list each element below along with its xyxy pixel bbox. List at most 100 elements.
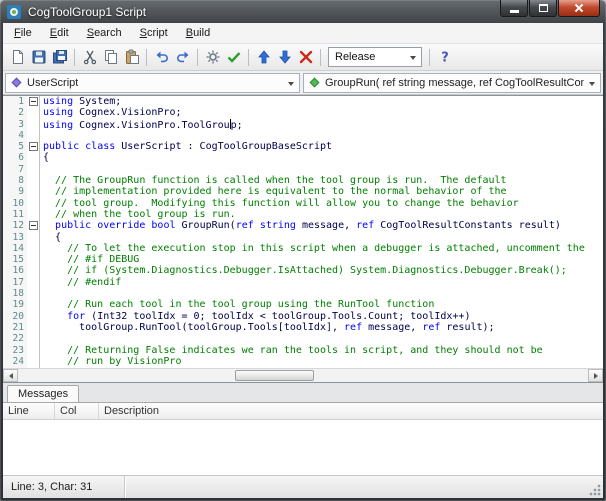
code-line[interactable]: // The GroupRun function is called when … <box>43 175 603 186</box>
code-line[interactable] <box>43 130 603 141</box>
menu-edit[interactable]: Edit <box>41 23 78 43</box>
line-number[interactable]: 9 <box>18 186 24 197</box>
messages-list[interactable] <box>3 420 603 475</box>
line-number[interactable]: 23 <box>13 345 24 356</box>
line-number[interactable]: 7 <box>18 164 24 175</box>
line-number[interactable]: 3 <box>18 119 24 130</box>
code-line[interactable]: // To let the execution stop in this scr… <box>43 243 603 254</box>
code-line[interactable] <box>43 164 603 175</box>
new-icon[interactable] <box>7 47 28 68</box>
line-number[interactable]: 19 <box>13 299 24 310</box>
horizontal-scrollbar[interactable] <box>3 368 603 382</box>
scope-value: UserScript <box>27 76 79 89</box>
build-configuration-value: Release <box>335 51 376 63</box>
line-number[interactable]: 24 <box>13 356 24 367</box>
fold-collapse-icon[interactable] <box>28 142 38 152</box>
menu-script[interactable]: Script <box>131 23 177 43</box>
save-all-icon[interactable] <box>49 47 70 68</box>
code-line[interactable]: // Run each tool in the tool group using… <box>43 299 603 310</box>
line-number[interactable]: 4 <box>18 130 24 141</box>
scrollbar-track[interactable] <box>18 369 588 382</box>
line-number[interactable]: 20 <box>13 311 24 322</box>
delete-icon[interactable] <box>295 47 316 68</box>
code-line[interactable]: { <box>43 232 603 243</box>
editor-code[interactable]: using System; using Cognex.VisionPro; usin… <box>40 96 603 368</box>
build-configuration-combobox[interactable]: Release <box>328 47 422 67</box>
move-up-icon[interactable] <box>253 47 274 68</box>
resize-grip-icon[interactable] <box>588 483 601 496</box>
line-number[interactable]: 11 <box>13 209 24 220</box>
code-line[interactable]: // #endif <box>43 277 603 288</box>
navigator-bar: UserScript GroupRun( ref string message,… <box>3 71 603 95</box>
tab-messages[interactable]: Messages <box>7 385 80 402</box>
line-number[interactable]: 13 <box>13 232 24 243</box>
status-bar: Line: 3, Char: 31 <box>3 475 603 498</box>
member-combobox[interactable]: GroupRun( ref string message, ref CogToo… <box>303 72 601 93</box>
scroll-right-button[interactable] <box>588 369 603 382</box>
menu-file[interactable]: File <box>5 23 41 43</box>
code-editor[interactable]: 1 2 3 4 5 6 7 8 9 10 11 12 13 14 15 16 17 18 19 20 21 22 23 24 … <box>3 95 603 383</box>
close-button[interactable] <box>558 0 600 17</box>
line-number[interactable]: 22 <box>13 333 24 344</box>
fold-margin-cell <box>27 265 39 276</box>
line-number[interactable]: 14 <box>13 243 24 254</box>
code-line[interactable]: using Cognex.VisionPro.ToolGroup; <box>43 118 603 131</box>
code-line[interactable]: // if (System.Diagnostics.Debugger.IsAtt… <box>43 265 603 276</box>
code-line[interactable] <box>43 333 603 344</box>
scrollbar-thumb[interactable] <box>234 370 315 381</box>
compile-icon[interactable] <box>202 47 223 68</box>
cut-icon[interactable] <box>79 47 100 68</box>
code-line[interactable]: // tool group. Modifying this function w… <box>43 198 603 209</box>
copy-icon[interactable] <box>100 47 121 68</box>
code-line[interactable]: public override bool GroupRun(ref string… <box>43 220 603 231</box>
fold-margin-cell[interactable] <box>27 220 39 231</box>
line-number[interactable]: 10 <box>13 198 24 209</box>
column-header-col[interactable]: Col <box>55 403 99 419</box>
fold-margin-cell[interactable] <box>27 96 39 107</box>
minimize-button[interactable] <box>500 0 528 17</box>
line-number[interactable]: 2 <box>18 107 24 118</box>
line-number[interactable]: 16 <box>13 265 24 276</box>
code-line[interactable]: // run by VisionPro <box>43 356 603 367</box>
code-line[interactable]: // when the tool group is run. <box>43 209 603 220</box>
maximize-icon <box>538 4 548 12</box>
code-line[interactable]: // implementation provided here is equiv… <box>43 186 603 197</box>
line-number[interactable]: 18 <box>13 288 24 299</box>
maximize-button[interactable] <box>529 0 557 17</box>
code-line[interactable] <box>43 288 603 299</box>
line-number[interactable]: 8 <box>18 175 24 186</box>
fold-margin-cell <box>27 164 39 175</box>
line-number[interactable]: 21 <box>13 322 24 333</box>
title-bar[interactable]: CogToolGroup1 Script <box>0 0 606 23</box>
paste-icon[interactable] <box>121 47 142 68</box>
code-line[interactable]: using System; <box>43 96 603 107</box>
code-line[interactable]: public class UserScript : CogToolGroupBa… <box>43 141 603 152</box>
redo-icon[interactable] <box>172 47 193 68</box>
line-number[interactable]: 17 <box>13 277 24 288</box>
line-number[interactable]: 12 <box>13 220 24 231</box>
line-number[interactable]: 6 <box>18 152 24 163</box>
menu-build[interactable]: Build <box>177 23 219 43</box>
code-line[interactable]: // Returning False indicates we ran the … <box>43 345 603 356</box>
help-icon[interactable]: ? <box>434 47 455 68</box>
code-line[interactable]: using Cognex.VisionPro; <box>43 107 603 118</box>
line-number[interactable]: 15 <box>13 254 24 265</box>
code-line[interactable]: // #if DEBUG <box>43 254 603 265</box>
code-line[interactable]: for (Int32 toolIdx = 0; toolIdx < toolGr… <box>43 311 603 322</box>
code-line[interactable]: toolGroup.RunTool(toolGroup.Tools[toolId… <box>43 322 603 333</box>
column-header-line[interactable]: Line <box>3 403 55 419</box>
save-icon[interactable] <box>28 47 49 68</box>
fold-margin-cell[interactable] <box>27 141 39 152</box>
line-number[interactable]: 5 <box>18 141 24 152</box>
scroll-left-button[interactable] <box>3 369 18 382</box>
menu-search[interactable]: Search <box>78 23 131 43</box>
code-line[interactable]: { <box>43 152 603 163</box>
scope-combobox[interactable]: UserScript <box>5 72 300 93</box>
undo-icon[interactable] <box>151 47 172 68</box>
column-header-description[interactable]: Description <box>99 403 603 419</box>
fold-collapse-icon[interactable] <box>28 221 38 231</box>
fold-collapse-icon[interactable] <box>28 97 38 107</box>
move-down-icon[interactable] <box>274 47 295 68</box>
line-number[interactable]: 1 <box>18 96 24 107</box>
check-icon[interactable] <box>223 47 244 68</box>
